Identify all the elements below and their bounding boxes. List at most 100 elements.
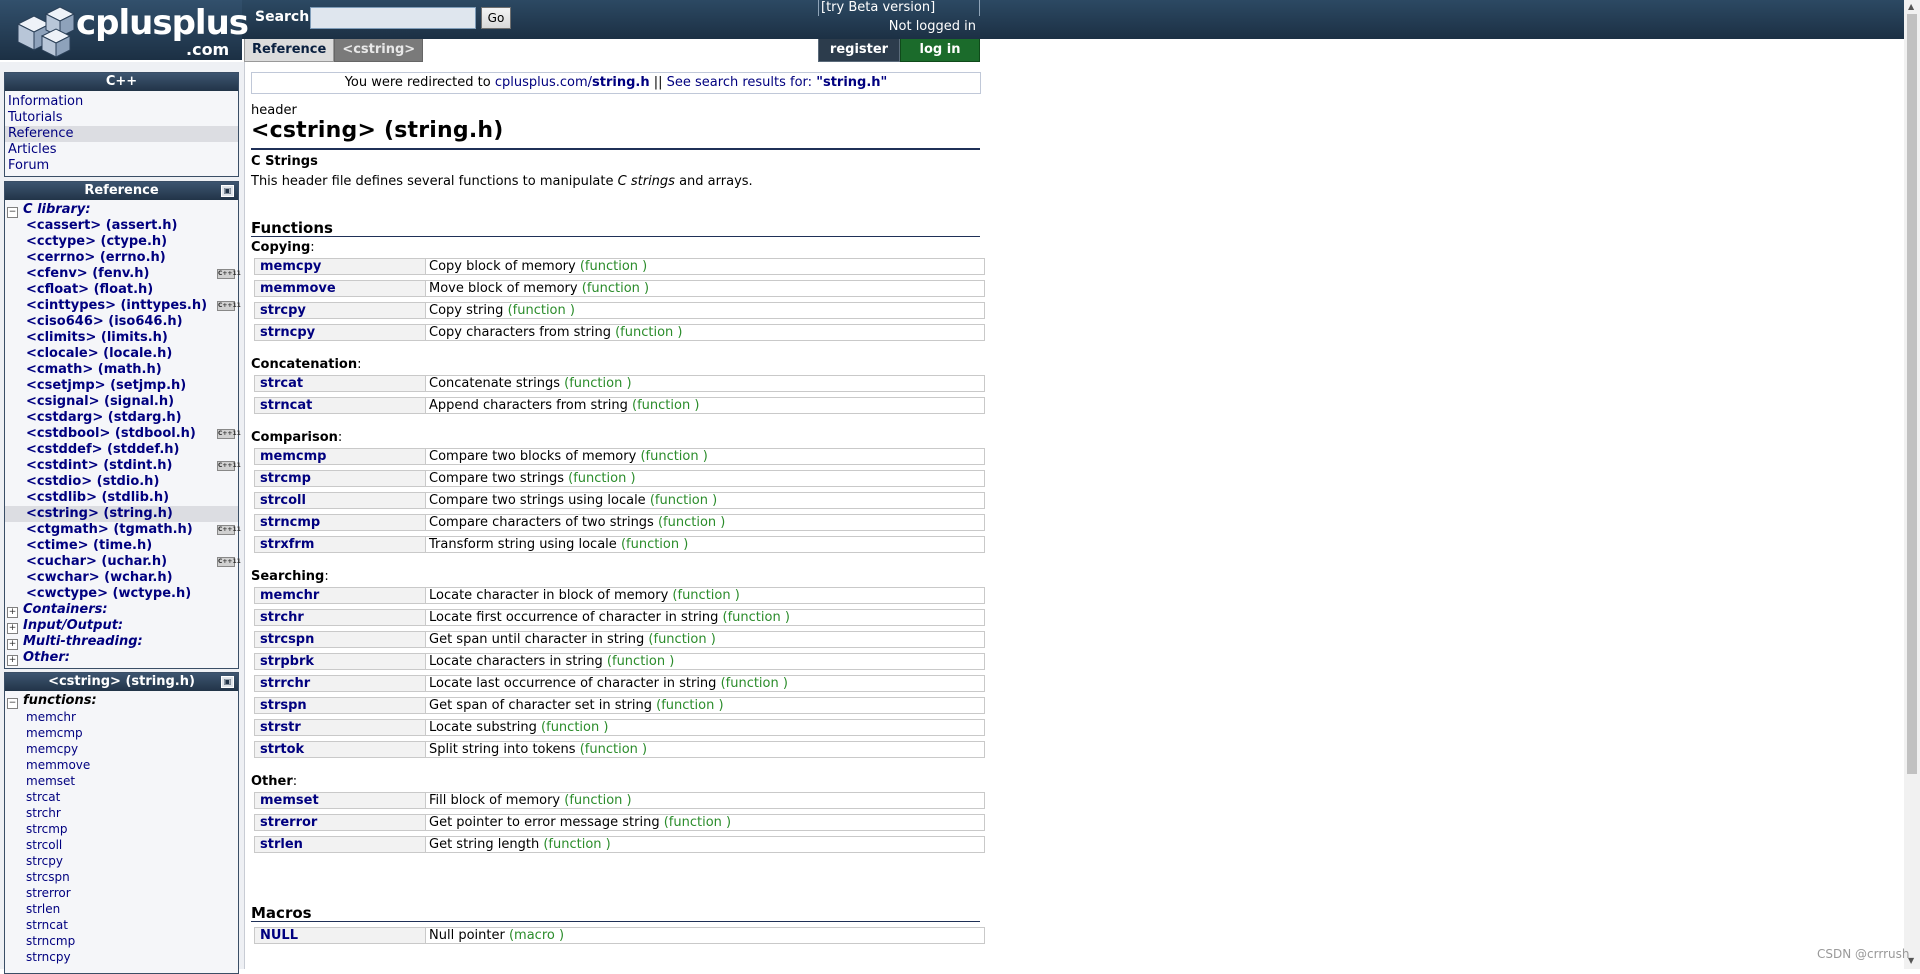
sidebar-function-item[interactable]: strcmp [5,821,238,837]
expand-icon[interactable]: + [7,639,18,650]
tree-category-label[interactable]: Other: [23,650,70,665]
tree-category-multi-threading[interactable]: + Multi-threading: [5,634,238,650]
login-button[interactable]: log in [900,39,980,62]
sidebar-function-item[interactable]: strncpy [5,949,238,965]
cpp-nav-reference[interactable]: Reference [5,126,238,142]
tree-category-label[interactable]: Containers: [23,602,108,617]
member-name-link[interactable]: strcpy [260,303,306,318]
sidebar-function-item[interactable]: strncat [5,917,238,933]
cpp-nav-articles[interactable]: Articles [5,142,238,158]
cpp-nav-label[interactable]: Information [8,94,83,109]
tree-item-header[interactable]: <cfenv> (fenv.h) C++11 [5,266,241,282]
tree-item-label[interactable]: <cwctype> (wctype.h) [26,586,191,601]
expand-icon[interactable]: + [7,623,18,634]
tree-item-label[interactable]: <cstdlib> (stdlib.h) [26,490,169,505]
tree-item-label[interactable]: <cctype> (ctype.h) [26,234,167,249]
tree-item-header[interactable]: <ctime> (time.h) [5,538,238,554]
member-name-link[interactable]: strspn [260,698,307,713]
sidebar-function-label[interactable]: strncat [26,918,68,932]
member-name-link[interactable]: strcat [260,376,303,391]
sidebar-function-item[interactable]: memset [5,773,238,789]
cpp-nav-label[interactable]: Articles [8,142,56,157]
tree-item-header[interactable]: <cfloat> (float.h) [5,282,238,298]
redirect-link[interactable]: cplusplus.com/string.h [495,75,650,90]
tree-category-c-library[interactable]: − C library: [5,202,238,218]
sidebar-function-item[interactable]: memcmp [5,725,238,741]
tree-item-label[interactable]: <cstdint> (stdint.h) [26,458,172,473]
member-name-link[interactable]: strerror [260,815,317,830]
collapse-icon[interactable]: − [7,207,18,218]
collapse-panel-icon[interactable]: ▣ [221,185,234,197]
sidebar-function-item[interactable]: strcspn [5,869,238,885]
scroll-up-icon[interactable]: ▲ [1908,2,1914,11]
sidebar-function-item[interactable]: strcpy [5,853,238,869]
breadcrumb-reference[interactable]: Reference [244,39,335,62]
sidebar-function-label[interactable]: memmove [26,758,90,772]
cpp-nav-tutorials[interactable]: Tutorials [5,110,238,126]
tree-item-label[interactable]: <cstdio> (stdio.h) [26,474,159,489]
tree-item-label[interactable]: <cmath> (math.h) [26,362,162,377]
tree-item-header[interactable]: <cwchar> (wchar.h) [5,570,238,586]
member-name-link[interactable]: strlen [260,837,303,852]
member-name-link[interactable]: memmove [260,281,336,296]
tree-item-label[interactable]: <clocale> (locale.h) [26,346,172,361]
sidebar-function-label[interactable]: strlen [26,902,60,916]
sidebar-function-label[interactable]: strcoll [26,838,62,852]
sidebar-function-item[interactable]: strcoll [5,837,238,853]
tree-category-label[interactable]: Input/Output: [23,618,123,633]
sidebar-function-label[interactable]: strerror [26,886,71,900]
cpp-nav-label[interactable]: Forum [8,158,49,173]
member-name-link[interactable]: memset [260,793,319,808]
vertical-scrollbar[interactable]: ▲ ▼ [1904,0,1920,969]
tree-item-header[interactable]: <cuchar> (uchar.h) C++11 [5,554,241,570]
tree-category-input-output[interactable]: + Input/Output: [5,618,238,634]
sidebar-function-label[interactable]: strncpy [26,950,71,964]
tree-item-label[interactable]: <climits> (limits.h) [26,330,168,345]
sidebar-function-label[interactable]: memcmp [26,726,83,740]
tree-category-label[interactable]: Multi-threading: [23,634,143,649]
cpp-nav-information[interactable]: Information [5,94,238,110]
tree-item-header[interactable]: <cstdbool> (stdbool.h) C++11 [5,426,241,442]
tree-item-label[interactable]: <cassert> (assert.h) [26,218,177,233]
collapse-panel-icon[interactable]: ▣ [221,676,234,688]
member-name-link[interactable]: strcmp [260,471,311,486]
expand-icon[interactable]: + [7,607,18,618]
member-name-link[interactable]: strstr [260,720,301,735]
sidebar-function-item[interactable]: strncmp [5,933,238,949]
tree-item-header[interactable]: <cstddef> (stddef.h) [5,442,238,458]
sidebar-function-label[interactable]: strcpy [26,854,63,868]
tree-item-label[interactable]: <ctgmath> (tgmath.h) [26,522,193,537]
tree-item-label[interactable]: <csetjmp> (setjmp.h) [26,378,186,393]
cpp-nav-label[interactable]: Reference [8,126,73,141]
sidebar-function-item[interactable]: strlen [5,901,238,917]
tree-item-label[interactable]: <cstring> (string.h) [26,506,173,521]
tree-item-header[interactable]: <cinttypes> (inttypes.h) C++11 [5,298,241,314]
sidebar-function-item[interactable]: strerror [5,885,238,901]
member-name-link[interactable]: strpbrk [260,654,314,669]
tree-item-label[interactable]: <csignal> (signal.h) [26,394,174,409]
tree-item-label[interactable]: <cfloat> (float.h) [26,282,153,297]
sidebar-function-item[interactable]: strchr [5,805,238,821]
tree-item-label[interactable]: <cfenv> (fenv.h) [26,266,149,281]
tree-item-label[interactable]: <cstdbool> (stdbool.h) [26,426,196,441]
tree-item-header[interactable]: <cstdint> (stdint.h) C++11 [5,458,241,474]
register-button[interactable]: register [818,39,900,62]
sidebar-function-label[interactable]: strcmp [26,822,68,836]
sidebar-function-label[interactable]: memset [26,774,75,788]
member-name-link[interactable]: memchr [260,588,319,603]
tree-item-header[interactable]: <cstdlib> (stdlib.h) [5,490,238,506]
tree-item-header[interactable]: <cstdarg> (stdarg.h) [5,410,238,426]
cpp-nav-label[interactable]: Tutorials [8,110,63,125]
tree-item-label[interactable]: <cwchar> (wchar.h) [26,570,173,585]
tree-category-functions[interactable]: − functions: [5,693,238,709]
tree-item-header[interactable]: <cwctype> (wctype.h) [5,586,238,602]
sidebar-function-label[interactable]: strchr [26,806,61,820]
collapse-icon[interactable]: − [7,698,18,709]
tree-item-label[interactable]: <cuchar> (uchar.h) [26,554,167,569]
tree-item-header[interactable]: <ctgmath> (tgmath.h) C++11 [5,522,241,538]
tree-item-label[interactable]: <ciso646> (iso646.h) [26,314,183,329]
tree-item-header[interactable]: <ciso646> (iso646.h) [5,314,238,330]
sidebar-function-item[interactable]: strcat [5,789,238,805]
tree-item-header[interactable]: <csetjmp> (setjmp.h) [5,378,238,394]
member-name-link[interactable]: NULL [260,928,298,943]
